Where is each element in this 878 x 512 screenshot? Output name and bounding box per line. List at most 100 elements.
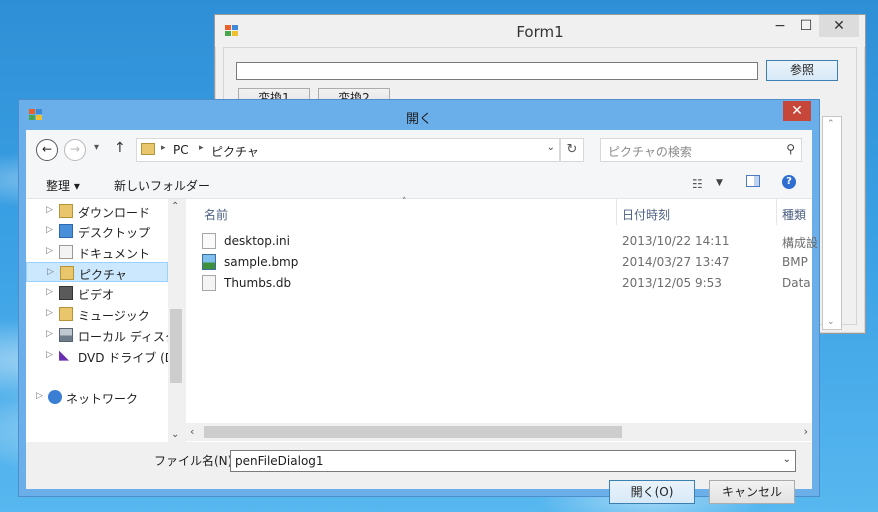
tree-item-label: DVD ドライブ (D: — [78, 351, 168, 365]
local-disk-icon — [59, 328, 73, 342]
scroll-thumb[interactable] — [170, 309, 182, 383]
view-dropdown-icon[interactable]: ▼ — [716, 178, 723, 188]
tree-item-desktop[interactable]: ▷ デスクトップ — [26, 221, 168, 241]
maximize-button[interactable]: ☐ — [793, 15, 819, 37]
expand-arrow-icon[interactable]: ▷ — [46, 205, 53, 215]
expand-arrow-icon[interactable]: ▷ — [47, 267, 54, 277]
forward-button[interactable]: → — [64, 139, 86, 161]
browse-button[interactable]: 参照 — [766, 60, 838, 81]
breadcrumb-separator-icon: ▸ — [161, 143, 166, 153]
file-list-horizontal-scrollbar[interactable]: ‹ › — [186, 423, 812, 441]
minimize-button[interactable]: − — [765, 15, 795, 37]
scroll-up-icon[interactable]: ⌃ — [827, 119, 835, 129]
music-folder-icon — [59, 307, 73, 321]
expand-arrow-icon[interactable]: ▷ — [46, 350, 53, 360]
filename-combobox[interactable]: penFileDialog1 ⌄ — [230, 450, 796, 472]
scroll-up-icon[interactable]: ⌃ — [171, 201, 179, 212]
videos-folder-icon — [59, 286, 73, 300]
download-folder-icon — [59, 204, 73, 218]
form1-titlebar[interactable]: Form1 − ☐ ✕ — [215, 15, 865, 47]
scroll-right-icon[interactable]: › — [804, 425, 808, 438]
column-header-name[interactable]: 名前 ˄ — [186, 197, 617, 225]
organize-menu[interactable]: 整理 ▾ — [46, 177, 80, 194]
tree-item-label: ピクチャ — [79, 268, 127, 282]
navigation-bar: ← → ▾ ↑ ▸ PC ▸ ピクチャ ⌄ ↻ ピクチャの検索 ⚲ — [26, 130, 812, 170]
dvd-drive-icon: ◣ — [59, 348, 69, 363]
tree-item-label: デスクトップ — [78, 226, 151, 240]
tree-item-label: ローカル ディスク (C — [78, 330, 168, 344]
expand-arrow-icon[interactable]: ▷ — [46, 329, 53, 339]
close-button[interactable]: ✕ — [819, 15, 859, 37]
column-label: 種類 — [782, 208, 807, 222]
file-name: Thumbs.db — [224, 276, 292, 290]
file-type: BMP — [782, 255, 808, 269]
scroll-down-icon[interactable]: ⌄ — [171, 429, 179, 440]
breadcrumb-separator-icon: ▸ — [199, 143, 204, 153]
ini-file-icon — [202, 233, 216, 249]
file-row[interactable]: sample.bmp 2014/03/27 13:47 BMP — [198, 252, 812, 272]
file-list-pane: 名前 ˄ 日付時刻 種類 desktop.ini 2013/10/22 14:1… — [186, 197, 818, 442]
recent-locations-icon[interactable]: ▾ — [94, 142, 99, 153]
listbox-scrollbar[interactable]: ⌃ ⌄ — [822, 116, 842, 330]
dialog-close-button[interactable]: ✕ — [783, 101, 811, 121]
tree-item-label: ドキュメント — [78, 247, 151, 261]
expand-arrow-icon[interactable]: ▷ — [46, 246, 53, 256]
filename-label: ファイル名(N): — [154, 454, 237, 468]
expand-arrow-icon[interactable]: ▷ — [46, 308, 53, 318]
expand-arrow-icon[interactable]: ▷ — [46, 287, 53, 297]
tree-item-local-disk[interactable]: ▷ ローカル ディスク (C — [26, 325, 168, 345]
dialog-titlebar[interactable]: 開く ✕ — [19, 100, 819, 130]
tree-item-network[interactable]: ▷ ネットワーク — [26, 387, 168, 407]
column-header-date[interactable]: 日付時刻 — [616, 199, 777, 225]
tree-item-downloads[interactable]: ▷ ダウンロード — [26, 201, 168, 221]
documents-folder-icon — [59, 245, 73, 259]
tree-item-music[interactable]: ▷ ミュージック — [26, 304, 168, 324]
up-button[interactable]: ↑ — [114, 140, 126, 156]
chevron-down-icon[interactable]: ⌄ — [783, 454, 791, 465]
file-row[interactable]: Thumbs.db 2013/12/05 9:53 Data — [198, 273, 812, 293]
dialog-title: 開く — [405, 112, 432, 127]
file-row[interactable]: desktop.ini 2013/10/22 14:11 構成設 — [198, 231, 818, 251]
expand-arrow-icon[interactable]: ▷ — [46, 225, 53, 235]
breadcrumb-pc[interactable]: PC — [173, 143, 189, 157]
scroll-down-icon[interactable]: ⌄ — [827, 317, 835, 327]
help-icon[interactable]: ? — [782, 175, 796, 189]
refresh-button[interactable]: ↻ — [560, 138, 584, 162]
tree-item-documents[interactable]: ▷ ドキュメント — [26, 242, 168, 262]
image-file-icon — [202, 254, 216, 270]
filename-value: penFileDialog1 — [235, 454, 324, 468]
address-bar[interactable]: ▸ PC ▸ ピクチャ ⌄ — [136, 138, 560, 162]
tree-item-dvd-drive[interactable]: ▷ ◣ DVD ドライブ (D: — [26, 346, 168, 366]
open-button[interactable]: 開く(O) — [609, 480, 695, 504]
breadcrumb-pictures[interactable]: ピクチャ — [211, 143, 259, 160]
expand-arrow-icon[interactable]: ▷ — [36, 391, 43, 401]
sort-ascending-icon: ˄ — [402, 197, 407, 207]
view-options-icon[interactable]: ☷ — [692, 177, 703, 191]
search-icon[interactable]: ⚲ — [786, 142, 795, 156]
navigation-scrollbar[interactable]: ⌃ ⌄ — [168, 199, 184, 442]
preview-pane-icon[interactable] — [746, 175, 760, 187]
cancel-button[interactable]: キャンセル — [709, 480, 795, 504]
tree-item-label: ネットワーク — [66, 392, 139, 406]
file-date: 2014/03/27 13:47 — [622, 255, 730, 269]
file-type: Data — [782, 276, 811, 290]
dialog-body: ← → ▾ ↑ ▸ PC ▸ ピクチャ ⌄ ↻ ピクチャの検索 ⚲ 整理 ▾ 新… — [26, 130, 818, 504]
open-file-dialog: 開く ✕ ← → ▾ ↑ ▸ PC ▸ ピクチャ ⌄ ↻ ピクチャの検索 ⚲ 整… — [18, 99, 820, 504]
tree-item-pictures[interactable]: ▷ ピクチャ — [26, 262, 168, 282]
path-textbox[interactable] — [236, 62, 758, 80]
column-header-type[interactable]: 種類 — [776, 199, 812, 225]
file-name: desktop.ini — [224, 234, 290, 248]
search-placeholder: ピクチャの検索 — [608, 145, 692, 159]
file-date: 2013/12/05 9:53 — [622, 276, 722, 290]
address-dropdown-icon[interactable]: ⌄ — [547, 142, 555, 153]
tree-item-videos[interactable]: ▷ ビデオ — [26, 283, 168, 303]
scroll-left-icon[interactable]: ‹ — [190, 425, 194, 438]
back-button[interactable]: ← — [36, 139, 58, 161]
file-date: 2013/10/22 14:11 — [622, 234, 730, 248]
scroll-thumb[interactable] — [204, 426, 622, 438]
tree-item-label: ダウンロード — [78, 206, 151, 220]
search-input[interactable]: ピクチャの検索 ⚲ — [600, 138, 802, 162]
navigation-pane: ▷ ダウンロード ▷ デスクトップ ▷ ドキュメント ▷ ピクチャ ▷ ビデオ … — [26, 199, 184, 442]
db-file-icon — [202, 275, 216, 291]
new-folder-button[interactable]: 新しいフォルダー — [114, 177, 210, 194]
